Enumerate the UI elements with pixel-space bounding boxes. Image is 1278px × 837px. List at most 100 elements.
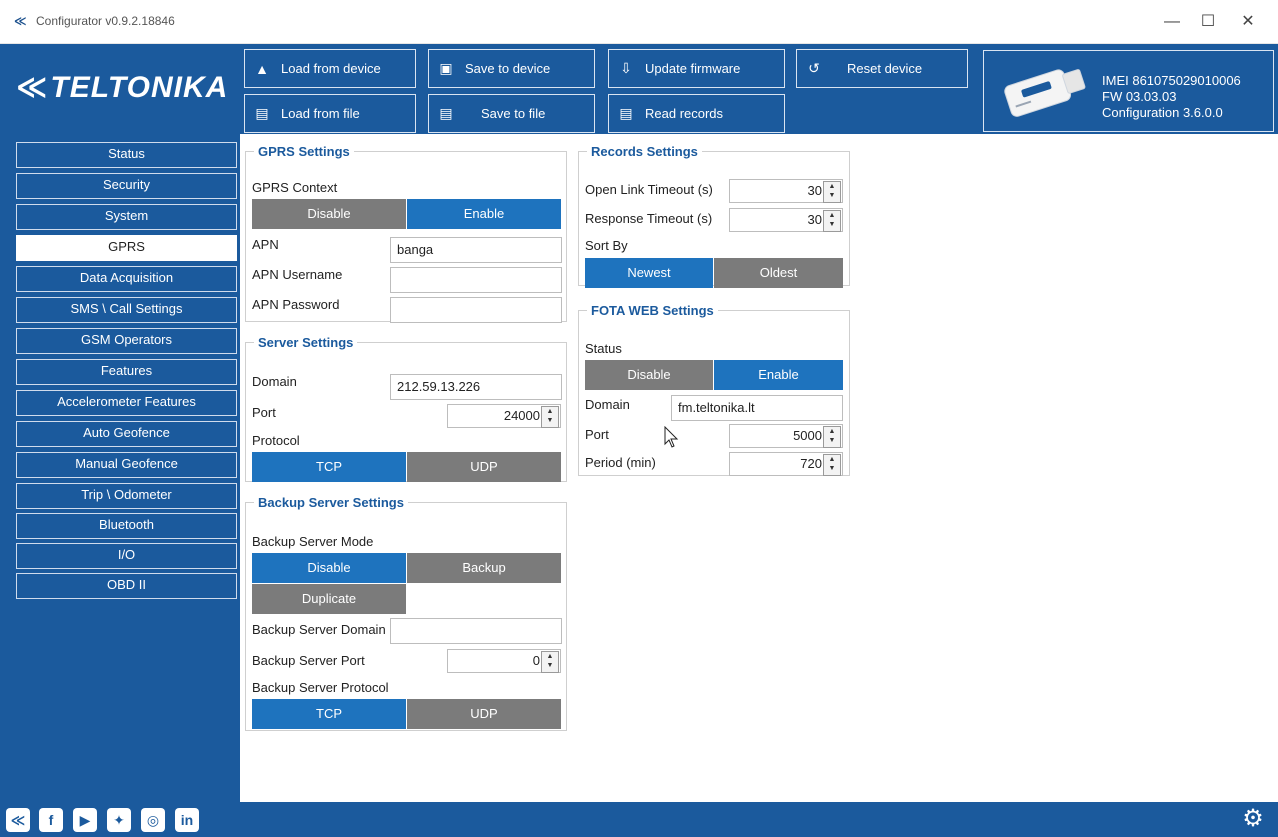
backup-protocol-tcp-button[interactable]: TCP [252,699,406,729]
apn-password-label: APN Password [252,297,340,312]
load-from-file-button[interactable]: ▤ Load from file [244,94,416,133]
stepper-arrows-icon[interactable]: ▲ ▼ [823,181,841,203]
twitter-icon[interactable]: ✦ [107,808,131,832]
apn-password-input[interactable] [390,297,562,323]
sidebar-item-system[interactable]: System [16,204,237,230]
sidebar-item-security[interactable]: Security [16,173,237,199]
records-settings-group: Records Settings Open Link Timeout (s) 3… [578,144,850,288]
backup-mode-backup-button[interactable]: Backup [407,553,561,583]
stepper-arrows-icon[interactable]: ▲ ▼ [541,651,559,673]
backup-server-protocol-label: Backup Server Protocol [252,680,389,695]
stepper-arrows-icon[interactable]: ▲ ▼ [823,210,841,232]
teltonika-chevron-icon: ≪ [16,71,49,104]
server-domain-label: Domain [252,374,297,389]
maximize-button[interactable]: ☐ [1196,10,1220,34]
minimize-button[interactable]: — [1160,10,1184,34]
sidebar-item-accelerometer-features[interactable]: Accelerometer Features [16,390,237,416]
sidebar-item-obd-ii[interactable]: OBD II [16,573,237,599]
server-protocol-label: Protocol [252,433,300,448]
save-to-file-button[interactable]: ▤ Save to file [428,94,595,133]
youtube-icon[interactable]: ▶ [73,808,97,832]
linkedin-icon[interactable]: in [175,808,199,832]
fota-period-stepper[interactable]: 720 ▲ ▼ [729,452,843,476]
apn-username-label: APN Username [252,267,343,282]
update-firmware-button[interactable]: ⇩ Update firmware [608,49,785,88]
backup-server-settings-title: Backup Server Settings [258,495,404,510]
device-info-panel: IMEI 861075029010006 FW 03.03.03 Configu… [983,50,1274,132]
configuration-version-text: Configuration 3.6.0.0 [1102,105,1223,120]
response-timeout-stepper[interactable]: 30 ▲ ▼ [729,208,843,232]
backup-server-mode-label: Backup Server Mode [252,534,374,549]
read-records-button[interactable]: ▤ Read records [608,94,785,133]
sidebar-item-bluetooth[interactable]: Bluetooth [16,513,237,539]
gprs-context-disable-button[interactable]: Disable [252,199,406,229]
window-title: Configurator v0.9.2.18846 [36,14,175,28]
response-timeout-label: Response Timeout (s) [585,211,713,226]
sort-newest-button[interactable]: Newest [585,258,713,288]
sidebar-item-trip-odometer[interactable]: Trip \ Odometer [16,483,237,509]
apn-label: APN [252,237,279,252]
sidebar-item-data-acquisition[interactable]: Data Acquisition [16,266,237,292]
footer-bar: ≪ f ▶ ✦ ◎ in ⚙ [0,802,1278,837]
fota-web-settings-title: FOTA WEB Settings [591,303,714,318]
instagram-icon[interactable]: ◎ [141,808,165,832]
sort-oldest-button[interactable]: Oldest [714,258,843,288]
fota-domain-input[interactable]: fm.teltonika.lt [671,395,843,421]
stepper-arrows-icon[interactable]: ▲ ▼ [823,426,841,448]
gprs-context-enable-button[interactable]: Enable [407,199,561,229]
teltonika-icon[interactable]: ≪ [6,808,30,832]
server-protocol-tcp-button[interactable]: TCP [252,452,406,482]
fota-status-enable-button[interactable]: Enable [714,360,843,390]
sidebar-item-status[interactable]: Status [16,142,237,168]
facebook-icon[interactable]: f [39,808,63,832]
gear-icon[interactable]: ⚙ [1240,806,1266,832]
backup-protocol-udp-button[interactable]: UDP [407,699,561,729]
server-settings-group: Server Settings Domain 212.59.13.226 Por… [245,335,567,482]
obd-device-icon [1004,69,1086,117]
close-button[interactable]: ✕ [1236,10,1260,34]
server-protocol-udp-button[interactable]: UDP [407,452,561,482]
server-domain-input[interactable]: 212.59.13.226 [390,374,562,400]
floppy-disk-icon: ▣ [439,60,453,76]
fota-period-label: Period (min) [585,455,656,470]
server-settings-title: Server Settings [258,335,354,350]
fota-status-disable-button[interactable]: Disable [585,360,713,390]
sidebar-item-manual-geofence[interactable]: Manual Geofence [16,452,237,478]
save-to-device-button[interactable]: ▣ Save to device [428,49,595,88]
open-link-timeout-stepper[interactable]: 30 ▲ ▼ [729,179,843,203]
sidebar-item-gprs[interactable]: GPRS [16,235,237,261]
backup-mode-disable-button[interactable]: Disable [252,553,406,583]
brand-logo-text: TELTONIKA [50,71,229,104]
brand-logo: ≪TELTONIKA [16,70,228,105]
open-link-timeout-label: Open Link Timeout (s) [585,182,713,197]
title-bar: ≪ Configurator v0.9.2.18846 — ☐ ✕ [0,0,1278,44]
backup-server-settings-group: Backup Server Settings Backup Server Mod… [245,495,567,731]
firmware-version-text: FW 03.03.03 [1102,89,1177,104]
stepper-arrows-icon[interactable]: ▲ ▼ [823,454,841,476]
fota-status-label: Status [585,341,622,356]
backup-server-domain-input[interactable] [390,618,562,644]
sidebar-item-gsm-operators[interactable]: GSM Operators [16,328,237,354]
sidebar-item-features[interactable]: Features [16,359,237,385]
apn-username-input[interactable] [390,267,562,293]
device-info-text: IMEI 861075029010006 FW 03.03.03 Configu… [1102,73,1241,121]
fota-port-stepper[interactable]: 5000 ▲ ▼ [729,424,843,448]
stepper-arrows-icon[interactable]: ▲ ▼ [541,406,559,428]
sidebar-item-sms-call-settings[interactable]: SMS \ Call Settings [16,297,237,323]
backup-server-port-stepper[interactable]: 0 ▲ ▼ [447,649,561,673]
gprs-settings-title: GPRS Settings [258,144,350,159]
file-records-icon: ▤ [619,105,633,121]
file-load-icon: ▤ [255,105,269,121]
server-port-stepper[interactable]: 24000 ▲ ▼ [447,404,561,428]
backup-server-port-value: 0 [532,653,540,668]
load-from-device-button[interactable]: ▲ Load from device [244,49,416,88]
sidebar-item-auto-geofence[interactable]: Auto Geofence [16,421,237,447]
fota-port-label: Port [585,427,609,442]
backup-mode-duplicate-button[interactable]: Duplicate [252,584,406,614]
records-settings-title: Records Settings [591,144,698,159]
mouse-cursor-icon [664,426,679,448]
reset-device-button[interactable]: ↺ Reset device [796,49,968,88]
sidebar-item-io[interactable]: I/O [16,543,237,569]
gprs-context-label: GPRS Context [252,180,338,195]
apn-input[interactable]: banga [390,237,562,263]
